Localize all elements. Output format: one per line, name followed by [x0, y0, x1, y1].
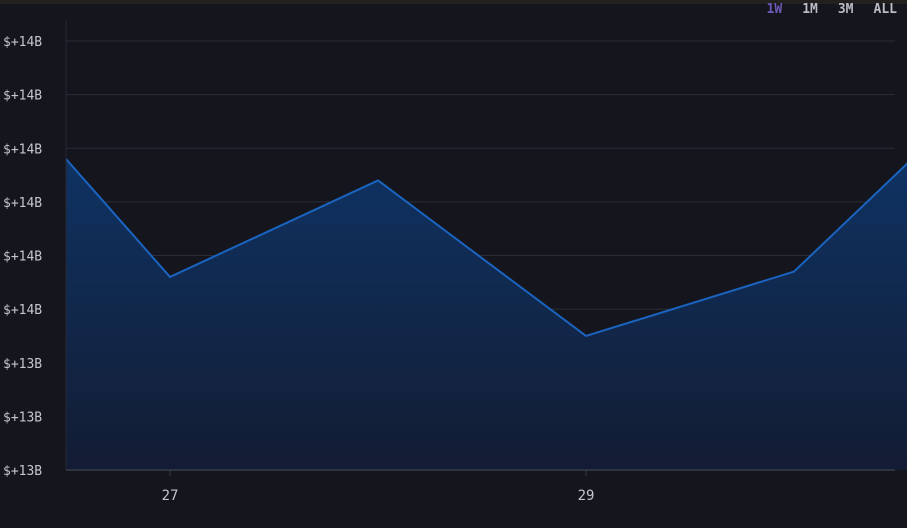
y-tick-label: $+14B: [3, 250, 42, 265]
y-tick-label: $+14B: [3, 196, 42, 211]
y-tick-label: $+13B: [3, 464, 42, 479]
x-tick-label: 27: [162, 488, 179, 504]
x-tick-labels: 2729jul3: [162, 488, 595, 504]
series-area: [66, 158, 907, 470]
y-tick-label: $+13B: [3, 357, 42, 372]
y-tick-labels: $+13B $+13B $+13B $+14B $+14B $+14B $+14B $+14B…: [3, 35, 42, 479]
price-area-chart: 2729jul3$+13B$+13B$+13B$+14B$+14B$+14B$+…: [3, 20, 907, 504]
chart-panel: 1W1M3MALL 2729jul3$+13B$+13B$+13B$+14B$+…: [0, 0, 907, 528]
y-tick-label: $+13B: [3, 410, 42, 425]
y-tick-label: $+14B: [3, 303, 42, 318]
x-tick-label: 29: [578, 488, 595, 504]
y-tick-label: $+14B: [3, 89, 42, 104]
y-tick-label: $+14B: [3, 35, 42, 50]
y-tick-label: $+14B: [3, 142, 42, 157]
